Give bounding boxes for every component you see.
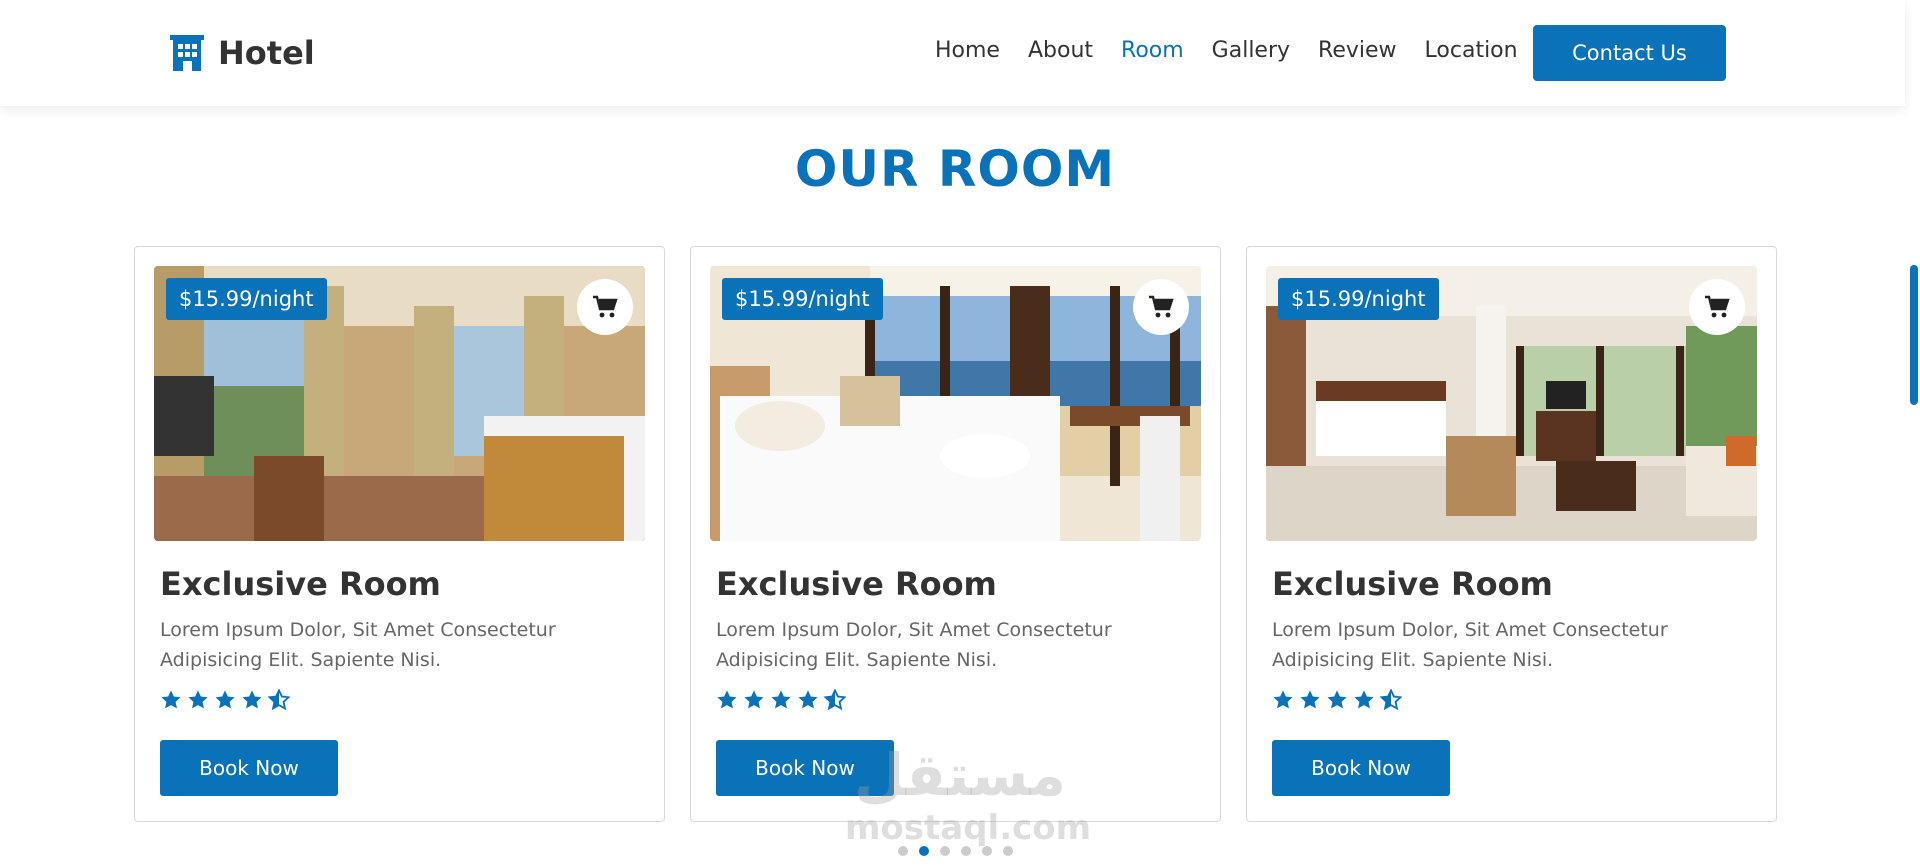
room-card: $15.99/night Exclusive Room Lorem Ipsum …: [134, 246, 665, 822]
star-icon: [743, 689, 765, 711]
star-half-icon: [824, 689, 846, 711]
site-header: Hotel Home About Room Gallery Review Loc…: [0, 0, 1905, 106]
nav-location[interactable]: Location: [1425, 38, 1518, 63]
carousel-dot[interactable]: [1003, 846, 1013, 856]
nav-about[interactable]: About: [1028, 38, 1093, 63]
star-icon: [1326, 689, 1348, 711]
book-now-button[interactable]: Book Now: [1272, 740, 1450, 796]
star-icon: [160, 689, 182, 711]
star-icon: [214, 689, 236, 711]
star-icon: [1353, 689, 1375, 711]
logo-text: Hotel: [218, 34, 315, 72]
nav-home[interactable]: Home: [935, 38, 1000, 63]
star-icon: [1299, 689, 1321, 711]
hotel-room-photo: $15.99/night: [154, 266, 645, 541]
book-now-button[interactable]: Book Now: [160, 740, 338, 796]
carousel-dot[interactable]: [898, 846, 908, 856]
star-rating: [1272, 689, 1757, 711]
star-half-icon: [1380, 689, 1402, 711]
room-card: $15.99/night Exclusive Room Lorem Ipsum …: [690, 246, 1221, 822]
carousel-dot[interactable]: [982, 846, 992, 856]
cart-icon[interactable]: [577, 279, 633, 335]
star-icon: [1272, 689, 1294, 711]
star-rating: [160, 689, 645, 711]
nav-gallery[interactable]: Gallery: [1212, 38, 1290, 63]
room-title: Exclusive Room: [1272, 565, 1553, 603]
price-tag: $15.99/night: [1278, 278, 1439, 320]
room-title: Exclusive Room: [716, 565, 997, 603]
room-title: Exclusive Room: [160, 565, 441, 603]
hotel-building-icon: [170, 35, 204, 71]
price-tag: $15.99/night: [166, 278, 327, 320]
section-title: OUR ROOM: [794, 140, 1116, 198]
contact-us-button[interactable]: Contact Us: [1533, 25, 1726, 81]
star-half-icon: [268, 689, 290, 711]
room-description: Lorem Ipsum Dolor, Sit Amet Consectetur …: [716, 619, 1112, 671]
room-card: $15.99/night Exclusive Room Lorem Ipsum …: [1246, 246, 1777, 822]
book-now-button[interactable]: Book Now: [716, 740, 894, 796]
suite-room-photo: $15.99/night: [1266, 266, 1757, 541]
carousel-pagination: [898, 846, 1013, 856]
room-description: Lorem Ipsum Dolor, Sit Amet Consectetur …: [160, 619, 556, 671]
carousel-dot-active[interactable]: [919, 846, 929, 856]
nav-review[interactable]: Review: [1318, 38, 1397, 63]
cart-icon[interactable]: [1689, 279, 1745, 335]
logo[interactable]: Hotel: [170, 34, 315, 72]
room-cards: $15.99/night Exclusive Room Lorem Ipsum …: [134, 246, 1777, 822]
room-description: Lorem Ipsum Dolor, Sit Amet Consectetur …: [1272, 619, 1668, 671]
scrollbar-thumb[interactable]: [1910, 265, 1918, 405]
star-icon: [241, 689, 263, 711]
nav-room[interactable]: Room: [1121, 38, 1184, 63]
carousel-dot[interactable]: [940, 846, 950, 856]
main-nav: Home About Room Gallery Review Location: [935, 38, 1518, 63]
cart-icon[interactable]: [1133, 279, 1189, 335]
star-icon: [187, 689, 209, 711]
beach-view-room-photo: $15.99/night: [710, 266, 1201, 541]
price-tag: $15.99/night: [722, 278, 883, 320]
star-rating: [716, 689, 1201, 711]
star-icon: [770, 689, 792, 711]
carousel-dot[interactable]: [961, 846, 971, 856]
star-icon: [716, 689, 738, 711]
star-icon: [797, 689, 819, 711]
